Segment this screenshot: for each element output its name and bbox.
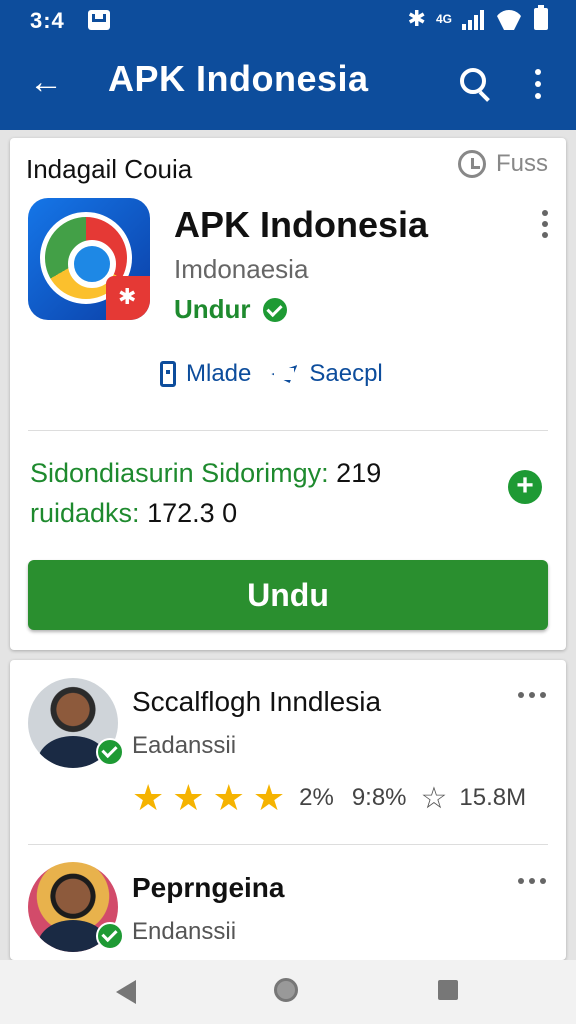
action-row: Mlade Saecpl — [160, 360, 383, 388]
star-filled-icon: ★ — [172, 777, 205, 818]
phone-icon — [160, 361, 176, 387]
overflow-menu-icon[interactable] — [522, 62, 554, 106]
reviewer-name: Peprngeina — [132, 872, 285, 903]
reviews-card: Sccalflogh Inndlesia Eadanssii ★ ★ ★ ★ 2… — [10, 660, 566, 960]
list-item[interactable]: Sccalflogh Inndlesia Eadanssii ★ ★ ★ ★ 2… — [10, 660, 566, 830]
action-saecpl[interactable]: Saecpl — [271, 360, 382, 388]
review-overflow-icon[interactable] — [518, 878, 546, 884]
signal-icon — [462, 8, 484, 30]
battery-icon — [534, 5, 548, 30]
app-name: APK Indonesia — [174, 204, 429, 245]
verified-check-icon — [262, 297, 287, 322]
download-count: 15.8M — [459, 784, 527, 811]
status-time: 3:4 — [30, 8, 65, 33]
star-outline-icon: ☆ — [420, 781, 448, 815]
app-status-label: Undur — [174, 294, 251, 324]
rating-pct-1: 2% — [299, 784, 334, 811]
action-mlade[interactable]: Mlade — [160, 360, 251, 388]
star-filled-icon: ★ — [212, 777, 245, 818]
fuss-button[interactable]: Fuss — [457, 150, 548, 178]
rating-pct-2: 9:8% — [351, 784, 407, 811]
stats-line-1-value: 219 — [336, 458, 382, 488]
nav-back-icon[interactable] — [116, 980, 136, 1004]
status-icons: ✱ 4G — [407, 5, 548, 32]
stats-line-1-label: Sidondiasurin Sidorimgy: — [30, 458, 329, 488]
reviewer-role: Eadanssii — [132, 732, 237, 759]
verified-check-icon — [96, 922, 124, 950]
stats-line-1: Sidondiasurin Sidorimgy: 219 — [30, 458, 381, 489]
star-filled-icon: ★ — [252, 777, 286, 818]
nav-home-icon[interactable] — [274, 978, 298, 1002]
wifi-icon — [494, 8, 524, 30]
stats-line-2-label: ruidadks: — [30, 498, 140, 528]
app-bar: ← APK Indonesia — [0, 42, 576, 130]
bluetooth-icon: ✱ — [407, 6, 426, 31]
reviewer-name: Sccalflogh Inndlesia — [132, 686, 382, 717]
app-status: Undur — [174, 294, 287, 325]
system-nav-bar — [0, 960, 576, 1024]
network-type-label: 4G — [435, 12, 452, 26]
status-bar: 3:4 ✱ 4G — [0, 0, 576, 42]
stats-line-2-value: 172.3 0 — [147, 498, 238, 528]
review-overflow-icon[interactable] — [518, 692, 546, 698]
star-filled-icon: ★ — [132, 777, 165, 818]
divider — [28, 430, 548, 431]
app-developer[interactable]: Imdonaesia — [174, 254, 308, 285]
page-title: APK Indonesia — [108, 58, 369, 99]
stats-line-2: ruidadks: 172.3 0 — [30, 498, 237, 529]
divider — [28, 844, 548, 845]
action-mlade-label: Mlade — [186, 360, 252, 387]
paper-plane-icon — [271, 361, 299, 387]
history-icon — [457, 150, 486, 178]
card-header: Indagail Couia — [26, 154, 193, 184]
card-overflow-menu-icon[interactable] — [542, 210, 548, 238]
app-detail-card: Indagail Couia Fuss APK Indonesia Imdona… — [10, 138, 566, 650]
search-icon[interactable] — [452, 62, 496, 106]
back-arrow-icon[interactable]: ← — [24, 62, 68, 106]
action-saecpl-label: Saecpl — [309, 360, 383, 387]
nav-recents-icon[interactable] — [438, 980, 458, 1000]
add-plus-icon[interactable]: + — [508, 470, 542, 504]
fuss-label: Fuss — [495, 150, 548, 177]
reviewer-role: Endanssii — [132, 918, 237, 945]
verified-check-icon — [96, 738, 124, 766]
rating-row: ★ ★ ★ ★ 2% 9:8% ☆ 15.8M — [132, 780, 526, 816]
app-logo-icon — [28, 198, 150, 320]
install-button[interactable]: Undu — [28, 560, 548, 630]
notification-icon — [88, 10, 110, 30]
